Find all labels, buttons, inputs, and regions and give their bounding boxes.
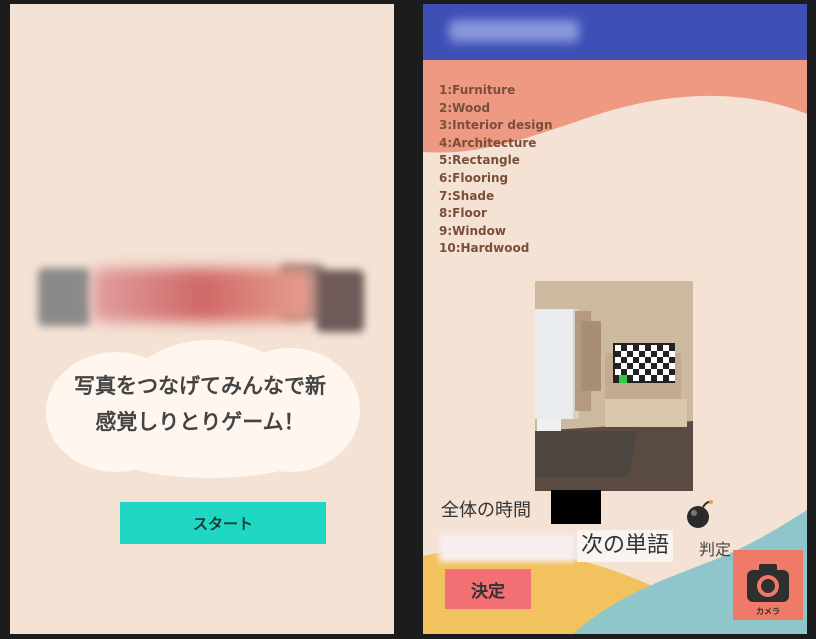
decide-button[interactable]: 決定: [445, 569, 531, 609]
room-photo-illustration: [535, 281, 693, 491]
list-item: 1:Furniture: [439, 83, 516, 97]
camera-label: カメラ: [756, 607, 780, 616]
list-item: 8:Floor: [439, 206, 487, 221]
list-item: 6:Flooring: [439, 170, 509, 185]
camera-button[interactable]: カメラ: [733, 550, 803, 620]
app-title-blurred: [449, 20, 579, 42]
tagline: 写真をつなげてみんなで新 感覚しりとりゲーム！: [30, 368, 370, 440]
list-item: 5:Rectangle: [439, 153, 520, 168]
total-time-label: 全体の時間: [441, 500, 531, 521]
captured-photo: [535, 281, 693, 491]
list-item: 3:Interior design: [439, 118, 553, 133]
tagline-line-1: 写真をつなげてみんなで新: [74, 374, 326, 398]
title-screen: 写真をつなげてみんなで新 感覚しりとりゲーム！ スタート: [10, 4, 394, 634]
list-item: 4:Architecture: [439, 135, 537, 150]
start-button[interactable]: スタート: [120, 502, 326, 544]
current-word-field-blurred: [439, 534, 575, 562]
app-bar: [423, 4, 807, 60]
bomb-icon: [685, 498, 713, 534]
game-screen: 1:Furniture 2:Wood 3:Interior design 4:A…: [423, 4, 807, 634]
list-item: 2:Wood: [439, 100, 491, 115]
tagline-line-2: 感覚しりとりゲーム！: [95, 410, 305, 434]
timer-display: [551, 490, 601, 524]
next-word-label: 次の単語: [577, 530, 674, 562]
list-item: 10:Hardwood: [439, 241, 530, 256]
app-logo-blurred: [30, 250, 370, 340]
word-list: 1:Furniture 2:Wood 3:Interior design 4:A…: [439, 82, 553, 258]
list-item: 7:Shade: [439, 188, 495, 203]
list-item: 9:Window: [439, 223, 506, 238]
judge-label: 判定: [699, 540, 732, 559]
